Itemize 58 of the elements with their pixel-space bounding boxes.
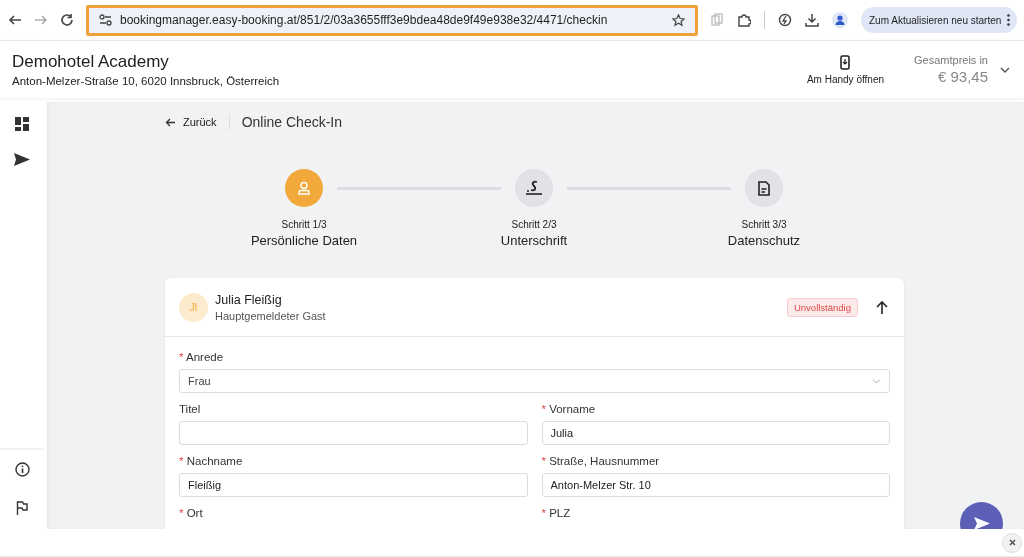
phone-icon — [840, 54, 851, 70]
puzzle-icon[interactable] — [737, 13, 751, 27]
status-badge: Unvollständig — [786, 297, 858, 317]
guest-name: Julia Fleißig — [215, 292, 283, 307]
back-link[interactable]: Zurück — [165, 116, 217, 128]
profile-icon[interactable] — [832, 12, 848, 28]
open-on-phone-button[interactable]: Am Handy öffnen — [800, 53, 890, 86]
info-icon[interactable] — [14, 462, 30, 477]
back-arrow-icon[interactable] — [8, 13, 22, 27]
chevron-down-icon[interactable] — [1000, 66, 1010, 73]
step-title: Datenschutz — [727, 233, 801, 248]
step-title: Unterschrift — [500, 233, 568, 248]
step-circle[interactable] — [745, 169, 783, 207]
total-price: € 93,45 — [937, 68, 988, 85]
dashboard-icon[interactable] — [15, 117, 29, 131]
clipboard-icon[interactable] — [710, 13, 724, 27]
flag-icon[interactable] — [16, 501, 28, 515]
step-title: Persönliche Daten — [250, 233, 358, 248]
collapse-toggle[interactable] — [876, 300, 888, 314]
arrow-up-icon — [876, 300, 888, 314]
input-field[interactable]: Fleißig — [179, 473, 528, 497]
field-label: * PLZ — [541, 507, 572, 519]
field-label: * Straße, Hausnummer — [541, 455, 661, 467]
address-bar[interactable]: bookingmanager.easy-booking.at/851/2/03a3655fff3e9bdea48de9f49e938e32/4471/checkin — [86, 4, 698, 36]
extension-icon[interactable] — [778, 13, 792, 27]
back-arrow-icon — [165, 117, 175, 127]
field-label: * Anrede — [179, 351, 225, 363]
site-settings-icon[interactable] — [99, 14, 112, 26]
hotel-name: Demohotel Academy — [12, 52, 170, 72]
star-icon[interactable] — [672, 13, 685, 27]
close-icon — [1008, 539, 1016, 546]
input-field[interactable] — [179, 421, 528, 445]
avatar: JI — [179, 292, 208, 322]
step-number: Schritt 1/3 — [281, 219, 327, 230]
step-number: Schritt 3/3 — [741, 219, 787, 230]
hotel-address: Anton-Melzer-Straße 10, 6020 Innsbruck, Österreich — [12, 75, 281, 87]
input-field[interactable]: Julia — [541, 421, 890, 445]
field-label: * Ort — [179, 507, 204, 519]
document-icon — [758, 180, 770, 196]
input-field[interactable]: Anton-Melzer Str. 10 — [541, 473, 890, 497]
send-icon[interactable] — [14, 153, 30, 166]
signature-icon — [525, 180, 543, 196]
download-icon[interactable] — [805, 13, 819, 27]
guest-role: Hauptgemeldeter Gast — [215, 309, 327, 322]
more-vertical-icon — [1007, 14, 1011, 26]
step-circle[interactable] — [515, 169, 553, 207]
update-button[interactable]: Zum Aktualisieren neu starten — [861, 7, 1018, 33]
close-button[interactable] — [1002, 532, 1022, 553]
person-icon — [297, 181, 311, 195]
field-label: * Nachname — [179, 455, 244, 467]
total-price-label: Gesamtpreis in — [914, 54, 988, 66]
reload-icon[interactable] — [60, 13, 74, 27]
page-title: Online Check-In — [241, 114, 342, 130]
field-label: * Vorname — [541, 403, 597, 415]
chevron-down-icon — [872, 378, 881, 384]
select-field[interactable]: Frau — [179, 369, 890, 393]
field-label: Titel — [179, 403, 202, 415]
step-number: Schritt 2/3 — [511, 219, 557, 230]
